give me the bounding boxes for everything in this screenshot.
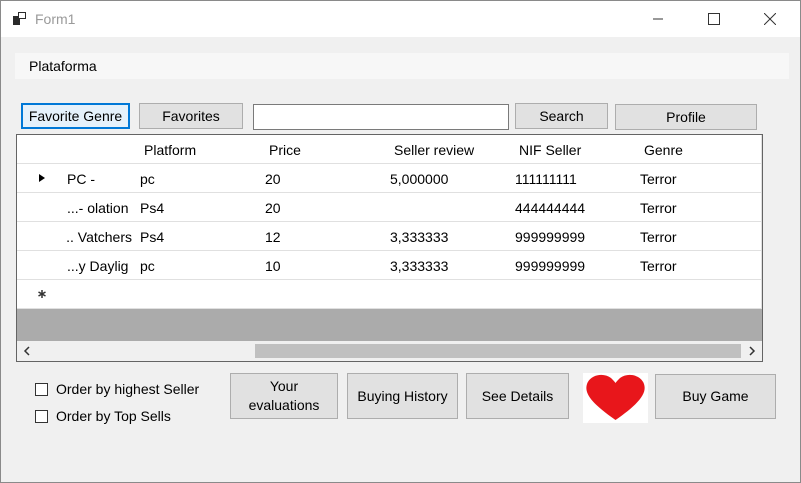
chevron-left-icon — [23, 346, 30, 356]
table-cell[interactable] — [511, 280, 637, 309]
games-data-grid[interactable]: Platform Price Seller review NIF Seller Genr… — [16, 134, 763, 362]
your-evaluations-button[interactable]: Your evaluations — [230, 373, 338, 419]
table-cell[interactable]: 444444444 — [511, 193, 637, 222]
table-cell[interactable]: Terror — [636, 164, 762, 193]
minimize-button[interactable] — [635, 1, 681, 37]
table-cell[interactable]: 20 — [261, 164, 387, 193]
main-window: Form1 Plataforma Favorite Genre Favorite… — [0, 0, 801, 483]
chevron-right-icon — [749, 346, 756, 356]
menu-item-plataforma[interactable]: Plataforma — [29, 58, 97, 74]
favorite-genre-button[interactable]: Favorite Genre — [21, 103, 130, 129]
current-row-indicator-icon — [39, 174, 45, 182]
table-cell[interactable] — [67, 280, 137, 309]
table-cell[interactable]: Ps4 — [136, 193, 262, 222]
column-header[interactable]: Platform — [136, 135, 262, 164]
table-cell[interactable]: Terror — [636, 251, 762, 280]
table-cell[interactable]: Ps4 — [136, 222, 262, 251]
buying-history-button[interactable]: Buying History — [347, 373, 458, 419]
scroll-right-button[interactable] — [742, 341, 762, 361]
column-header[interactable]: Price — [261, 135, 387, 164]
table-cell[interactable]: Terror — [636, 222, 762, 251]
table-cell[interactable] — [261, 280, 387, 309]
menu-bar: Plataforma — [15, 53, 789, 79]
table-row[interactable]: Vatchers ...Ps4123,333333999999999Terror — [17, 222, 762, 251]
table-cell[interactable]: 111111111 — [511, 164, 637, 193]
checkbox-box[interactable] — [35, 409, 48, 423]
see-details-button[interactable]: See Details — [466, 373, 569, 419]
app-icon — [13, 12, 26, 25]
column-header[interactable]: Genre — [636, 135, 762, 164]
table-cell[interactable]: olation -... — [67, 193, 137, 222]
column-header[interactable]: Seller review — [386, 135, 512, 164]
horizontal-scrollbar[interactable] — [17, 341, 762, 361]
grid-header-row[interactable]: Platform Price Seller review NIF Seller Genr… — [17, 135, 762, 164]
close-button[interactable] — [747, 1, 793, 37]
table-cell[interactable]: - PC — [67, 164, 137, 193]
table-cell[interactable]: pc — [136, 251, 262, 280]
table-cell[interactable]: pc — [136, 164, 262, 193]
table-cell[interactable]: 999999999 — [511, 222, 637, 251]
row-header[interactable] — [17, 280, 68, 309]
heart-icon — [586, 374, 645, 420]
table-cell[interactable] — [386, 280, 512, 309]
buy-game-button[interactable]: Buy Game — [655, 374, 776, 419]
scrollbar-thumb[interactable] — [255, 344, 741, 358]
checkbox-box[interactable] — [35, 382, 48, 396]
search-input[interactable] — [253, 104, 509, 130]
table-cell[interactable]: 12 — [261, 222, 387, 251]
table-cell[interactable]: 5,000000 — [386, 164, 512, 193]
column-header[interactable]: NIF Seller — [511, 135, 637, 164]
scroll-left-button[interactable] — [17, 341, 37, 361]
row-header[interactable] — [17, 164, 68, 193]
table-cell[interactable] — [136, 280, 262, 309]
table-cell[interactable]: y Daylig... — [67, 251, 137, 280]
minimize-icon — [653, 18, 663, 20]
table-row[interactable]: - PC pc 20 5,000000 111111111 Terror — [17, 164, 762, 193]
search-button[interactable]: Search — [515, 103, 608, 129]
table-cell[interactable]: 3,333333 — [386, 251, 512, 280]
table-cell[interactable] — [636, 280, 762, 309]
table-row[interactable]: y Daylig... pc 10 3,333333 999999999 Terror — [17, 251, 762, 280]
order-by-highest-seller-checkbox[interactable]: Order by highest Seller — [35, 381, 199, 397]
table-cell[interactable]: Vatchers ... — [67, 222, 137, 251]
checkbox-label: Order by highest Seller — [56, 381, 200, 397]
maximize-icon — [708, 13, 720, 25]
table-cell[interactable] — [386, 193, 512, 222]
row-header[interactable] — [17, 251, 68, 280]
checkbox-label: Order by Top Sells — [56, 408, 171, 424]
row-header[interactable] — [17, 193, 68, 222]
close-icon — [764, 13, 776, 25]
title-bar: Form1 — [1, 1, 800, 37]
table-row[interactable]: olation -... Ps4 20 444444444 Terror — [17, 193, 762, 222]
row-header[interactable] — [17, 222, 68, 251]
favorites-button[interactable]: Favorites — [139, 103, 243, 129]
window-title: Form1 — [35, 11, 76, 27]
grid-corner-header — [17, 135, 68, 164]
table-cell[interactable]: 999999999 — [511, 251, 637, 280]
maximize-button[interactable] — [691, 1, 737, 37]
new-row-asterisk-icon — [38, 290, 46, 298]
favorite-heart-button[interactable] — [583, 373, 648, 423]
column-header[interactable] — [67, 135, 137, 164]
new-row[interactable] — [17, 280, 762, 309]
table-cell[interactable]: Terror — [636, 193, 762, 222]
order-by-top-sells-checkbox[interactable]: Order by Top Sells — [35, 408, 171, 424]
table-cell[interactable]: 3,333333 — [386, 222, 512, 251]
table-cell[interactable]: 20 — [261, 193, 387, 222]
table-cell[interactable]: 10 — [261, 251, 387, 280]
profile-button[interactable]: Profile — [615, 104, 757, 130]
